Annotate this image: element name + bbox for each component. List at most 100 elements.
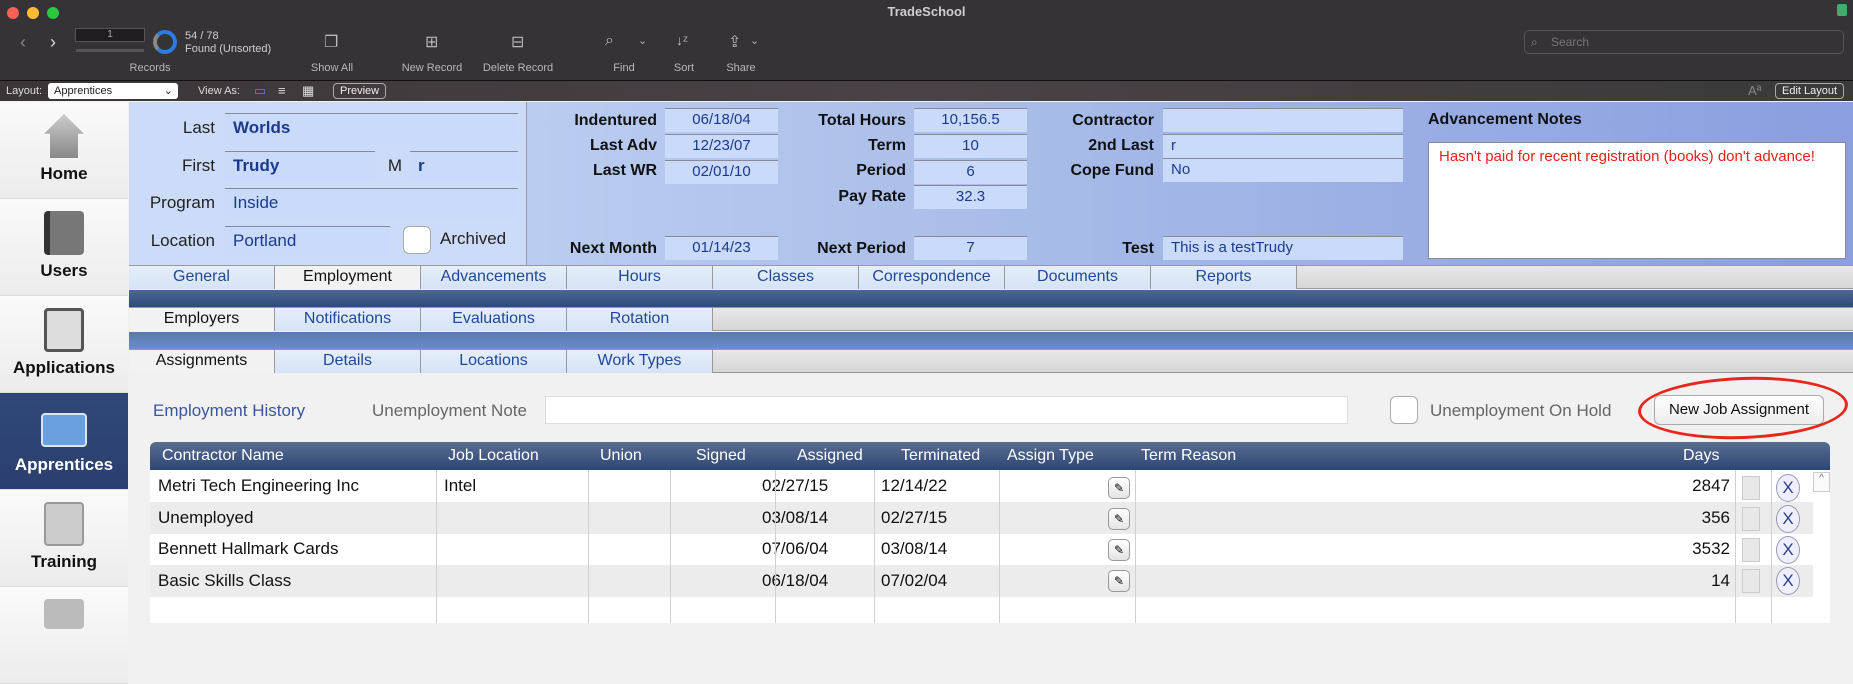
advancement-notes-field[interactable]: Hasn't paid for recent registration (boo… <box>1428 142 1846 259</box>
next-period-field[interactable]: 7 <box>914 236 1027 260</box>
find-button[interactable]: Find <box>600 62 648 74</box>
column-header-assign-type[interactable]: Assign Type <box>1007 447 1094 465</box>
middle-initial-field[interactable]: r <box>410 151 518 181</box>
show-all-button[interactable]: Show All <box>292 62 372 74</box>
column-header-term-reason[interactable]: Term Reason <box>1141 447 1236 465</box>
tab-rotation[interactable]: Rotation <box>567 308 713 331</box>
pay-rate-field[interactable]: 32.3 <box>914 185 1027 209</box>
tab-locations[interactable]: Locations <box>421 350 567 373</box>
total-hours-field[interactable]: 10,156.5 <box>914 108 1027 132</box>
sidebar-item-users[interactable]: Users <box>0 199 128 296</box>
share-icon[interactable]: ⇪ <box>728 32 741 52</box>
tab-classes[interactable]: Classes <box>713 266 859 289</box>
last-name-field[interactable]: Worlds <box>225 113 518 143</box>
preview-button[interactable]: Preview <box>333 83 387 99</box>
last-adv-field[interactable]: 12/23/07 <box>665 134 778 158</box>
edit-assign-type-button[interactable]: ✎ <box>1108 477 1130 499</box>
table-view-icon[interactable]: ▦ <box>302 83 314 99</box>
new-record-icon[interactable]: ⊞ <box>425 32 438 52</box>
document-icon[interactable] <box>1742 569 1760 593</box>
delete-row-button[interactable]: X <box>1776 474 1800 502</box>
tab-correspondence[interactable]: Correspondence <box>859 266 1005 289</box>
first-name-field[interactable]: Trudy <box>225 151 375 181</box>
show-all-icon[interactable]: ❐ <box>324 32 338 52</box>
test-field[interactable]: This is a testTrudy <box>1163 236 1403 260</box>
sidebar-item-home[interactable]: Home <box>0 102 128 199</box>
sort-button[interactable]: Sort <box>660 62 708 74</box>
sidebar-item-training[interactable]: Training <box>0 490 128 587</box>
new-record-button[interactable]: New Record <box>392 62 472 74</box>
layout-select[interactable]: Apprentices ⌄ <box>48 83 178 99</box>
text-format-icon[interactable]: Aª <box>1748 83 1761 98</box>
tab-assignments[interactable]: Assignments <box>129 350 275 373</box>
term-field[interactable]: 10 <box>914 134 1027 158</box>
sort-icon[interactable]: ↓ᶻ <box>676 32 688 48</box>
tab-evaluations[interactable]: Evaluations <box>421 308 567 331</box>
edit-assign-type-button[interactable]: ✎ <box>1108 508 1130 530</box>
tab-details[interactable]: Details <box>275 350 421 373</box>
contractor-field[interactable] <box>1163 108 1403 132</box>
sidebar-item-applications[interactable]: Applications <box>0 296 128 393</box>
document-icon[interactable] <box>1742 476 1760 500</box>
list-view-icon[interactable]: ≡ <box>278 83 286 98</box>
tab-general[interactable]: General <box>129 266 275 289</box>
next-record-icon[interactable]: › <box>50 32 56 53</box>
column-divider <box>874 470 875 623</box>
last-wr-field[interactable]: 02/01/10 <box>665 160 778 184</box>
column-header-terminated[interactable]: Terminated <box>901 447 980 465</box>
column-header-union[interactable]: Union <box>600 447 642 465</box>
column-header-days[interactable]: Days <box>1683 447 1719 465</box>
cope-fund-field[interactable]: No <box>1163 158 1403 182</box>
tab-advancements[interactable]: Advancements <box>421 266 567 289</box>
record-number-input[interactable]: 1 <box>75 28 145 42</box>
scroll-up-arrow[interactable]: ^ <box>1813 472 1830 492</box>
period-field[interactable]: 6 <box>914 160 1027 184</box>
tab-employment[interactable]: Employment <box>275 266 421 289</box>
next-month-label: Next Month <box>569 240 657 257</box>
column-header-assigned[interactable]: Assigned <box>797 447 863 465</box>
delete-row-button[interactable]: X <box>1776 536 1800 564</box>
document-icon[interactable] <box>1742 538 1760 562</box>
share-dropdown-chevron-icon[interactable]: ⌄ <box>750 34 759 47</box>
sidebar-item-more[interactable] <box>0 587 128 684</box>
archived-checkbox[interactable] <box>403 226 431 254</box>
previous-record-icon[interactable]: ‹ <box>20 32 26 53</box>
indentured-field[interactable]: 06/18/04 <box>665 108 778 132</box>
next-month-field[interactable]: 01/14/23 <box>665 236 778 260</box>
tab-work-types[interactable]: Work Types <box>567 350 713 373</box>
program-field[interactable]: Inside <box>225 188 518 218</box>
table-row[interactable]: Metri Tech Engineering Inc Intel 02/27/1… <box>150 470 1813 502</box>
document-icon[interactable] <box>1742 507 1760 531</box>
column-header-signed[interactable]: Signed <box>696 447 746 465</box>
edit-assign-type-button[interactable]: ✎ <box>1108 539 1130 561</box>
employment-history-link[interactable]: Employment History <box>153 401 305 421</box>
unemployment-on-hold-checkbox[interactable] <box>1390 396 1418 424</box>
sidebar-item-apprentices[interactable]: Apprentices <box>0 393 128 490</box>
tab-reports[interactable]: Reports <box>1151 266 1297 289</box>
tab-hours[interactable]: Hours <box>567 266 713 289</box>
column-header-contractor[interactable]: Contractor Name <box>162 447 284 465</box>
table-row[interactable]: Unemployed 03/08/14 02/27/15 356 <box>150 502 1813 534</box>
find-dropdown-chevron-icon[interactable]: ⌄ <box>638 34 647 47</box>
edit-assign-type-button[interactable]: ✎ <box>1108 570 1130 592</box>
column-header-job-location[interactable]: Job Location <box>448 447 539 465</box>
unemployment-note-input[interactable] <box>545 396 1348 424</box>
table-row[interactable]: Bennett Hallmark Cards 07/06/04 03/08/14… <box>150 533 1813 565</box>
delete-record-button[interactable]: Delete Record <box>472 62 564 74</box>
share-button[interactable]: Share <box>716 62 766 74</box>
tab-employers[interactable]: Employers <box>129 308 275 331</box>
delete-row-button[interactable]: X <box>1776 567 1800 595</box>
second-last-field[interactable]: r <box>1163 134 1403 158</box>
delete-record-icon[interactable]: ⊟ <box>511 32 524 52</box>
form-view-icon[interactable]: ▭ <box>254 83 266 99</box>
delete-row-button[interactable]: X <box>1776 505 1800 533</box>
tab-documents[interactable]: Documents <box>1005 266 1151 289</box>
middle-label: M <box>387 156 402 175</box>
record-slider[interactable] <box>76 49 144 52</box>
location-field[interactable]: Portland <box>225 226 390 256</box>
table-row[interactable]: Basic Skills Class 06/18/04 07/02/04 14 <box>150 565 1813 597</box>
quick-find-search[interactable]: ⌕ Search <box>1524 30 1844 54</box>
find-icon[interactable]: ⌕ <box>605 32 614 50</box>
tab-notifications[interactable]: Notifications <box>275 308 421 331</box>
edit-layout-button[interactable]: Edit Layout <box>1775 83 1845 99</box>
